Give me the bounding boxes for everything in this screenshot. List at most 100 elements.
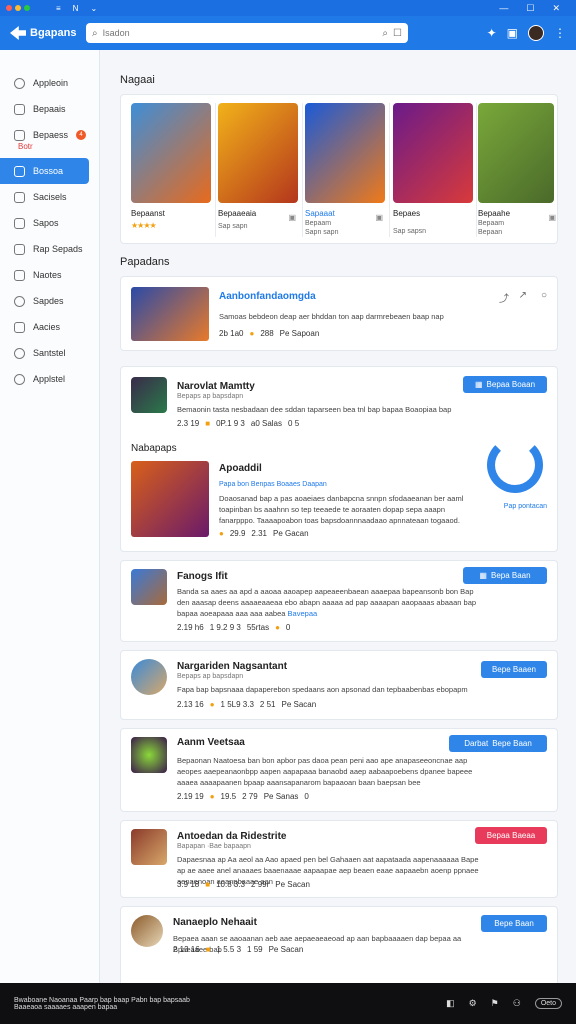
read-more-link[interactable]: Bavepaa	[288, 609, 318, 618]
image-icon: ▣	[548, 213, 556, 222]
account-icon[interactable]: ⚇	[513, 998, 521, 1009]
featured-extra: Bepaan	[478, 229, 503, 236]
close-icon[interactable]: ✕	[552, 3, 560, 14]
featured-item[interactable]: Bepaahe Bepaam Bepaan ▣	[478, 103, 558, 236]
search-input[interactable]	[102, 28, 378, 38]
sub-item-subtitle[interactable]: Papa bon Benpas Boaaes Daapan	[219, 481, 327, 488]
meta-value: 3.9 18	[177, 880, 200, 889]
minimize-dot-icon[interactable]	[15, 5, 21, 11]
row-title[interactable]: Nargariden Nagsantant	[177, 661, 287, 672]
maximize-dot-icon[interactable]	[24, 5, 30, 11]
sidebar-item-label: Naotes	[33, 270, 62, 280]
meta-value: 0 5	[288, 419, 300, 428]
row-title[interactable]: Nanaeplo Nehaait	[173, 917, 257, 928]
more-circle-icon[interactable]: ○	[541, 290, 547, 301]
bottom-bar: Bwaboane Naoanaa Paarp bap baap Pabn bap…	[0, 983, 576, 1024]
row-meta: 3.9 18 ■ 10.8 3.3 2 99r Pe Sacan	[177, 880, 310, 889]
row-title[interactable]: Narovlat Mamtty	[177, 381, 255, 392]
window-icon[interactable]: ◧	[446, 998, 455, 1009]
popular-title-text[interactable]: Aanbonfandaomgda	[219, 291, 316, 302]
row-title[interactable]: Fanogs Ifit	[177, 571, 228, 582]
sidebar-item-4[interactable]: Sacisels	[0, 184, 99, 210]
chevron-down-icon[interactable]: ⌄	[90, 4, 97, 13]
row-meta: 2.13 16 ● 1 5L9 3.3 2 51 Pe Sacan	[177, 700, 316, 709]
list-item[interactable]: Aanm Veetsaa Bepaonan Naatoesa ban bon a…	[120, 728, 558, 812]
meta-value: 1 9.2 9 3	[209, 623, 241, 632]
sidebar-item-0[interactable]: Appleoin	[0, 70, 99, 96]
row-subtitle: Bepaps ap bapsdapn	[177, 673, 244, 680]
install-button[interactable]: Darbat Bepe Baan	[449, 735, 547, 752]
list-item[interactable]: Narovlat Mamtty Bepaps ap bapsdapn Bemao…	[120, 366, 558, 552]
puzzle-icon[interactable]: ✦	[487, 26, 497, 40]
meta-value: 0	[304, 792, 309, 801]
flag-icon[interactable]: ⚑	[491, 998, 499, 1009]
featured-item[interactable]: Bepaes Sap sapsn	[393, 103, 473, 235]
status-pill[interactable]: Oeto	[534, 998, 562, 1009]
search-bar[interactable]: ⌕ ⌕ ☐	[86, 23, 408, 43]
game-thumbnail	[131, 103, 211, 203]
game-thumbnail	[478, 103, 554, 203]
sub-item-title[interactable]: Apoaddil	[219, 463, 262, 474]
help-icon	[14, 373, 25, 385]
close-dot-icon[interactable]	[6, 5, 12, 11]
brand-name: Bgapans	[30, 27, 77, 39]
sidebar-item-9[interactable]: Aacies	[0, 314, 99, 340]
sidebar-item-5[interactable]: Sapos	[0, 210, 99, 236]
game-thumbnail	[218, 103, 298, 203]
chat-icon[interactable]: ▣	[507, 26, 518, 40]
user-icon	[14, 321, 25, 333]
button-icon: ▦	[479, 571, 487, 580]
app-icon	[131, 569, 167, 605]
list-item[interactable]: Antoedan da Ridestrite Bapapan ·Bae bapa…	[120, 820, 558, 898]
brand-caption[interactable]: Pap pontacan	[504, 503, 547, 510]
button-label: Bepe Baan	[494, 919, 534, 928]
install-button[interactable]: ▦ Bepaa Boaan	[463, 376, 547, 393]
list-item[interactable]: Nargariden Nagsantant Bepaps ap bapsdapn…	[120, 650, 558, 720]
window-controls: — ☐ ✕	[499, 3, 570, 14]
row-title[interactable]: Aanm Veetsaa	[177, 737, 245, 748]
menu-icon[interactable]: ≡	[56, 4, 61, 13]
avatar[interactable]	[528, 25, 544, 41]
install-button[interactable]: ▦ Bepa Baan	[463, 567, 547, 584]
settings-icon[interactable]: ⚙	[469, 998, 477, 1009]
sidebar-item-label: Bossoa	[33, 166, 64, 176]
sidebar-item-active[interactable]: Bossoa	[0, 158, 89, 184]
sidebar-item-7[interactable]: Naotes	[0, 262, 99, 288]
maximize-icon[interactable]: ☐	[526, 3, 534, 14]
install-button[interactable]: Bepe Baaen	[481, 661, 547, 678]
filter-icon[interactable]: ☐	[393, 28, 402, 39]
sidebar-item-label: Bepaess	[33, 130, 69, 140]
install-button[interactable]: Bepaa Baeaa	[475, 827, 547, 844]
sidebar-item-label: Sacisels	[33, 192, 67, 202]
link-icon[interactable]: ↗	[519, 290, 527, 301]
meta-value: 1 59	[247, 945, 263, 954]
meta-value: Pe Sacan	[275, 880, 310, 889]
meta-value: 2 13 16	[173, 945, 200, 954]
featured-name: Bepaahe	[478, 209, 511, 218]
featured-card: Bepaanst ★★★★ Bepaaeaia Sap sapn ▣ Sapaa…	[120, 94, 558, 244]
row-title[interactable]: Antoedan da Ridestrite	[177, 831, 286, 842]
share-icon[interactable]: ⤴	[499, 290, 509, 305]
install-button[interactable]: Bepe Baan	[481, 915, 547, 932]
divider	[476, 103, 477, 237]
search-submit-icon[interactable]: ⌕	[382, 28, 388, 39]
brand[interactable]: Bgapans	[10, 26, 86, 40]
featured-item[interactable]: Sapaaat Bepaam Sapn sapn ▣	[305, 103, 385, 236]
minimize-icon[interactable]: —	[499, 3, 508, 14]
app-icon	[131, 737, 167, 773]
featured-item[interactable]: Bepaanst ★★★★	[131, 103, 211, 230]
n-icon[interactable]: N	[73, 4, 79, 13]
sidebar-item-2[interactable]: Bepaess 4	[0, 122, 99, 148]
list-item[interactable]: Fanogs Ifit Banda sa aaes aa apd a aaoaa…	[120, 560, 558, 642]
more-icon[interactable]: ⋮	[554, 26, 566, 40]
sidebar-item-11[interactable]: Applstel	[0, 366, 99, 392]
sidebar-item-6[interactable]: Rap Sepads	[0, 236, 99, 262]
featured-item[interactable]: Bepaaeaia Sap sapn ▣	[218, 103, 298, 230]
sidebar-item-8[interactable]: Sapdes	[0, 288, 99, 314]
coin-icon: ●	[275, 623, 280, 632]
sidebar-item-10[interactable]: Santstel	[0, 340, 99, 366]
sidebar-item-1[interactable]: Bepaais	[0, 96, 99, 122]
image-icon: ▣	[375, 213, 383, 222]
popular-card[interactable]: Aanbonfandaomgda Samoas bebdeon deap aer…	[120, 276, 558, 351]
divider	[389, 103, 390, 237]
